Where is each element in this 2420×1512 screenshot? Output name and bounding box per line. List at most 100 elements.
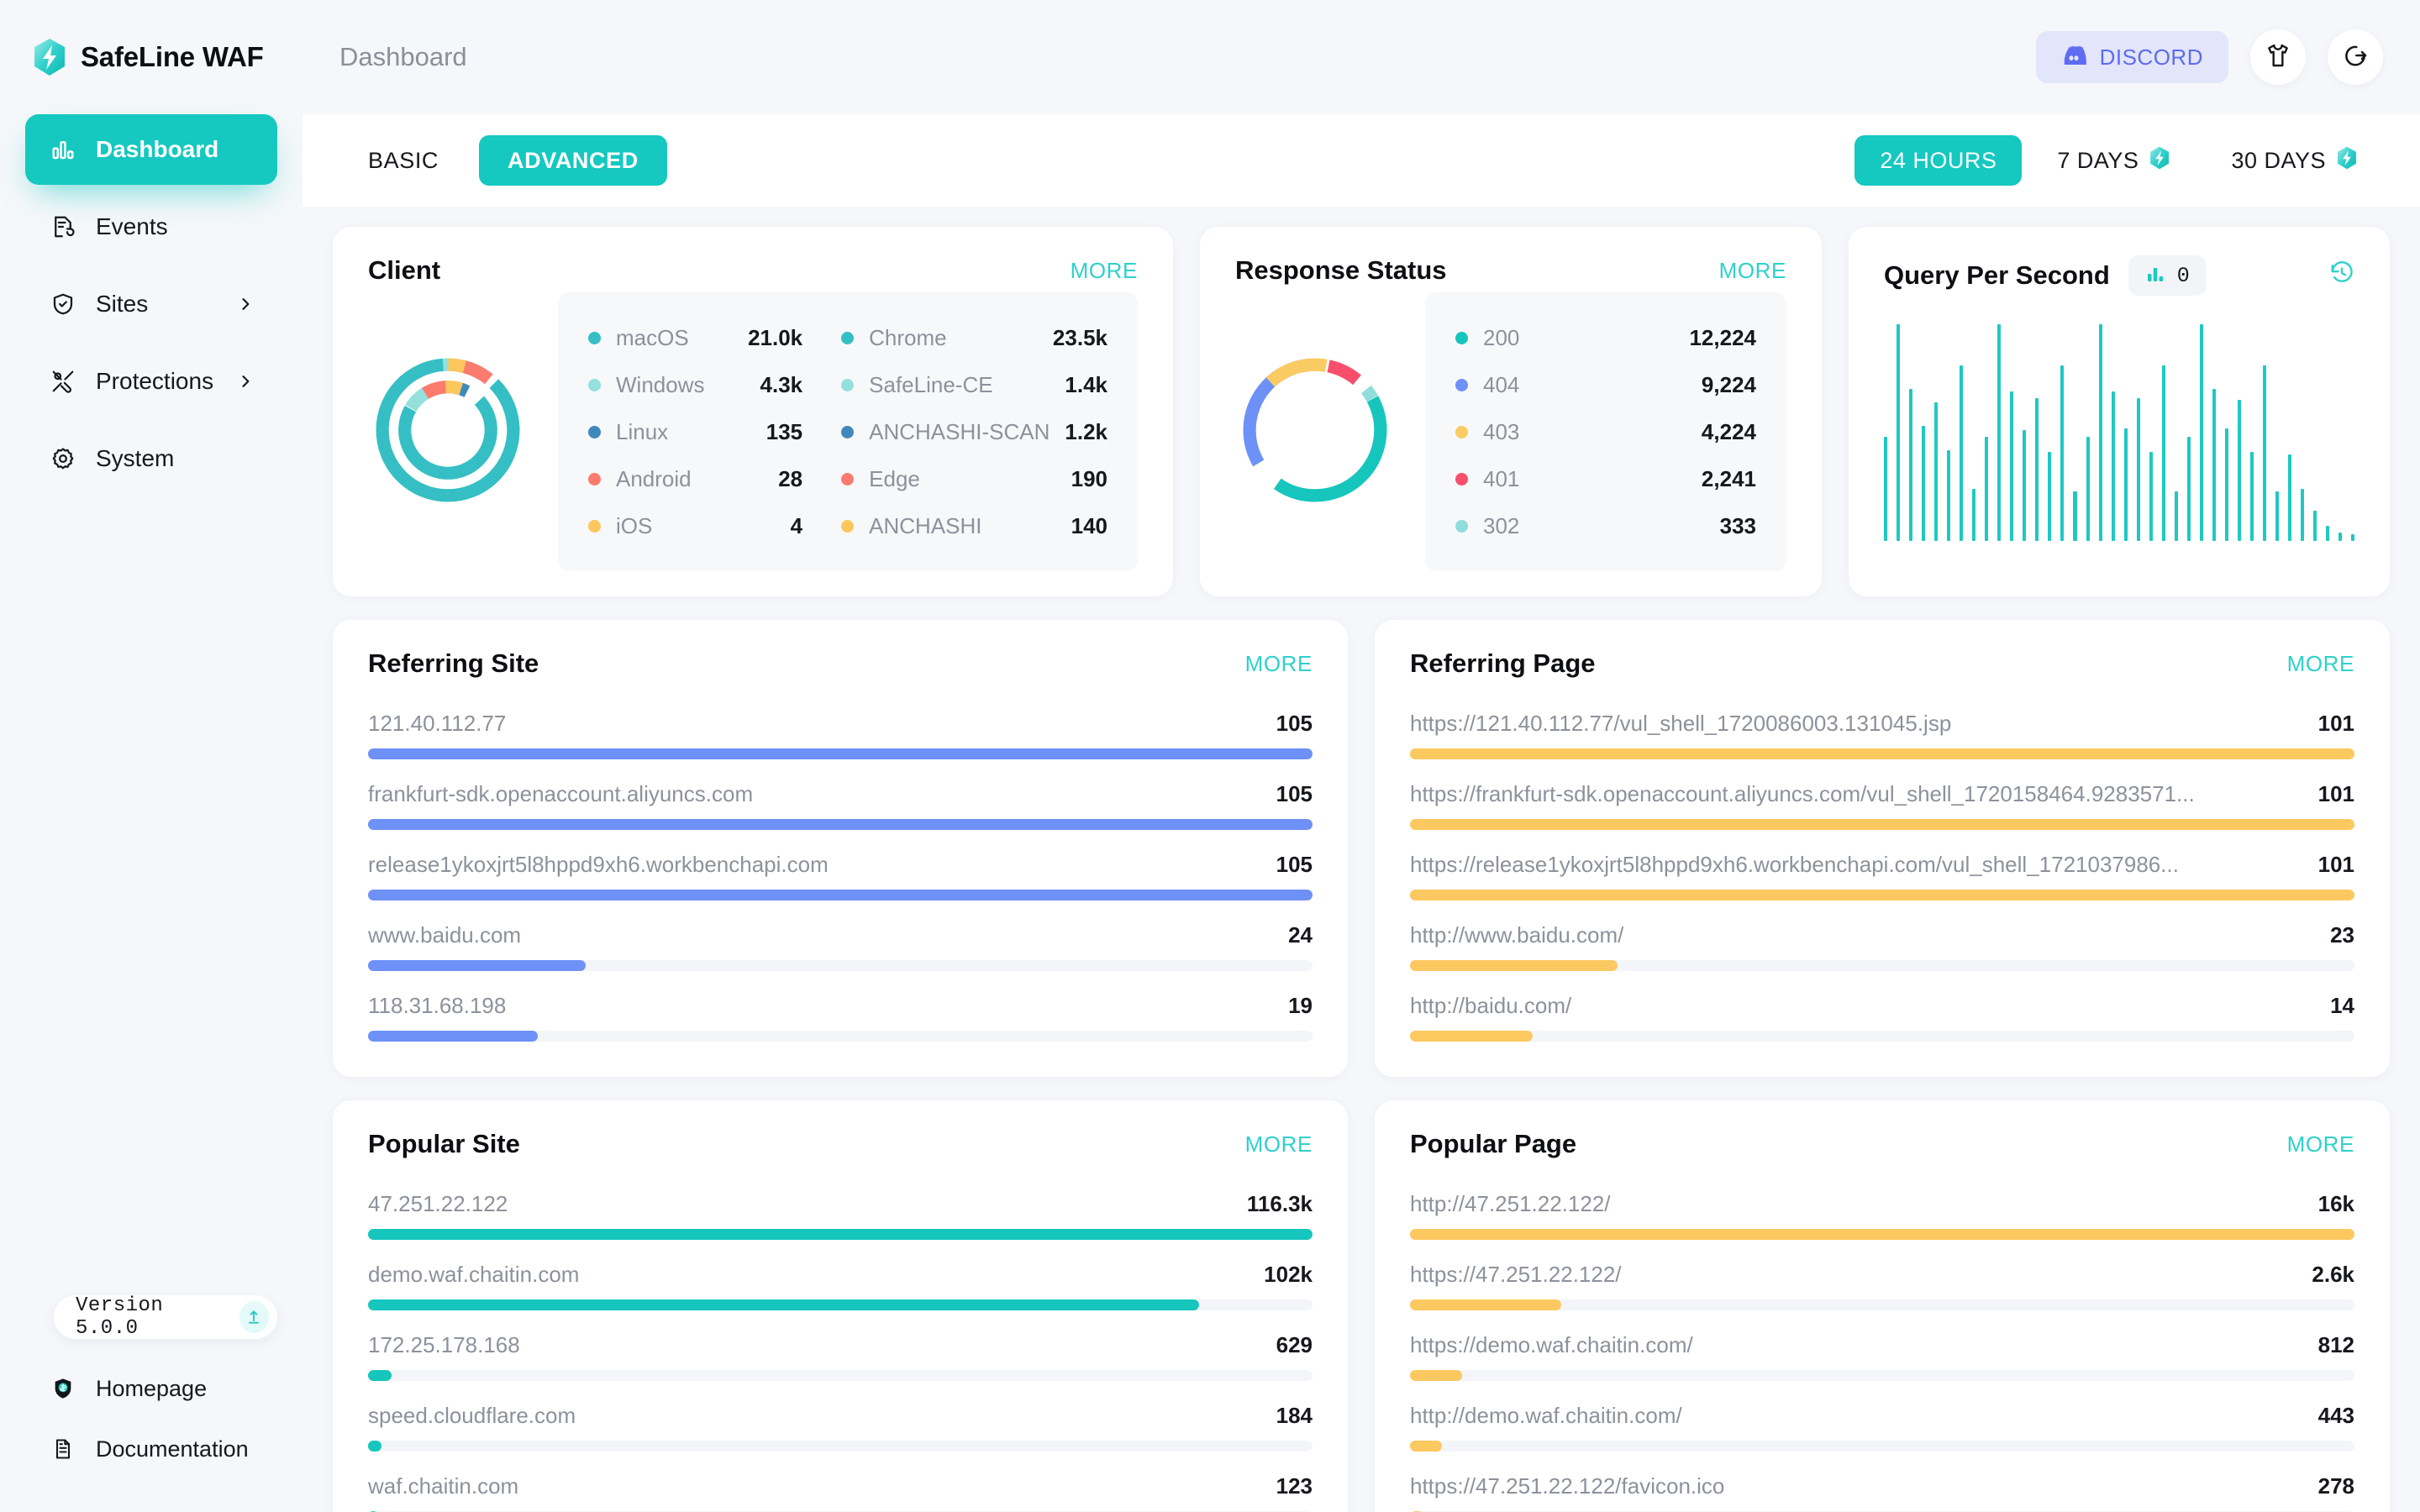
- range-30-days[interactable]: 30 DAYS: [2206, 135, 2383, 186]
- brand-name: SafeLine WAF: [81, 41, 264, 73]
- bar-item-value: 123: [1276, 1473, 1313, 1499]
- card-title: Response Status: [1235, 255, 1447, 286]
- footer-link-homepage[interactable]: Homepage: [25, 1362, 277, 1415]
- legend-name: SafeLine-CE: [869, 372, 992, 398]
- range-7-days[interactable]: 7 DAYS: [2032, 135, 2196, 186]
- bar-item-labels: https://47.251.22.122/favicon.ico278: [1410, 1473, 2354, 1499]
- bar-list-item[interactable]: frankfurt-sdk.openaccount.aliyuncs.com10…: [368, 769, 1313, 840]
- bar-list-item[interactable]: http://www.baidu.com/23: [1410, 911, 2354, 981]
- bar-list-item[interactable]: http://baidu.com/14: [1410, 981, 2354, 1052]
- bar-list-item[interactable]: https://demo.waf.chaitin.com/812: [1410, 1320, 2354, 1391]
- bar-list-item[interactable]: www.baidu.com 24: [368, 911, 1313, 981]
- sidebar-item-events[interactable]: Events: [25, 192, 277, 262]
- qps-bar-chart: [1884, 324, 2354, 541]
- popular-page-list: http://47.251.22.122/16khttps://47.251.2…: [1410, 1179, 2354, 1512]
- tshirt-button[interactable]: [2250, 29, 2306, 85]
- card-referring-site-more-link[interactable]: MORE: [1245, 651, 1313, 677]
- card-response-status-header: Response Status MORE: [1235, 255, 1786, 286]
- client-legend: macOS 21.0k Chrome 23.5k: [558, 292, 1138, 571]
- range-24-hours-label: 24 HOURS: [1880, 148, 1996, 174]
- bar-item-name: www.baidu.com: [368, 922, 521, 948]
- version-pill[interactable]: Version 5.0.0: [54, 1295, 277, 1339]
- bar-list-item[interactable]: speed.cloudflare.com184: [368, 1391, 1313, 1462]
- legend-dot-icon: [588, 426, 601, 438]
- sidebar-item-sites[interactable]: Sites: [25, 269, 277, 339]
- sidebar-item-dashboard[interactable]: Dashboard: [25, 114, 277, 185]
- legend-name: Linux: [616, 419, 668, 445]
- bar-list-item[interactable]: http://47.251.22.122/16k: [1410, 1179, 2354, 1250]
- logout-icon: [2342, 42, 2369, 73]
- range-24-hours[interactable]: 24 HOURS: [1854, 135, 2022, 186]
- legend-item: iOS 4: [588, 502, 802, 549]
- tab-advanced[interactable]: ADVANCED: [479, 135, 667, 186]
- bar-list-item[interactable]: demo.waf.chaitin.com102k: [368, 1250, 1313, 1320]
- qps-bar: [1997, 324, 2001, 541]
- card-response-status-more-link[interactable]: MORE: [1719, 258, 1786, 284]
- gear-icon: [49, 444, 77, 473]
- bar-list-item[interactable]: https://release1ykoxjrt5l8hppd9xh6.workb…: [1410, 840, 2354, 911]
- tab-advanced-label: ADVANCED: [508, 148, 639, 174]
- discord-button[interactable]: DISCORD: [2036, 31, 2228, 83]
- main-area: Dashboard DISCORD: [302, 0, 2420, 1512]
- bar-list-item[interactable]: https://121.40.112.77/vul_shell_17200860…: [1410, 699, 2354, 769]
- card-title: Referring Page: [1410, 648, 1596, 679]
- bar-fill: [1410, 1299, 1561, 1310]
- bar-item-name: 47.251.22.122: [368, 1191, 508, 1217]
- bar-item-labels: https://frankfurt-sdk.openaccount.aliyun…: [1410, 781, 2354, 807]
- legend-name: macOS: [616, 325, 689, 351]
- bar-item-name: https://121.40.112.77/vul_shell_17200860…: [1410, 711, 1951, 737]
- bar-item-name: https://demo.waf.chaitin.com/: [1410, 1332, 1693, 1358]
- qps-bar: [2326, 526, 2329, 541]
- legend-name: Windows: [616, 372, 704, 398]
- bar-list-item[interactable]: https://frankfurt-sdk.openaccount.aliyun…: [1410, 769, 2354, 840]
- bar-fill: [1410, 1370, 1462, 1381]
- board-row-2: Referring Site MORE 121.40.112.77105fran…: [333, 620, 2390, 1077]
- card-client-body: macOS 21.0k Chrome 23.5k: [368, 292, 1138, 571]
- bar-list-item[interactable]: https://47.251.22.122/2.6k: [1410, 1250, 2354, 1320]
- bar-chart-icon: [49, 135, 77, 164]
- card-referring-page-more-link[interactable]: MORE: [2287, 651, 2354, 677]
- bar-list-item[interactable]: 172.25.178.168629: [368, 1320, 1313, 1391]
- qps-bar: [2073, 491, 2076, 541]
- board-row-3: Popular Site MORE 47.251.22.122116.3kdem…: [333, 1100, 2390, 1512]
- qps-bar: [2149, 452, 2153, 541]
- qps-bar: [2200, 324, 2203, 541]
- bar-track: [1410, 1229, 2354, 1240]
- bar-item-name: https://frankfurt-sdk.openaccount.aliyun…: [1410, 781, 2195, 807]
- legend-dot-icon: [1455, 332, 1468, 344]
- card-popular-site-more-link[interactable]: MORE: [1245, 1131, 1313, 1158]
- legend-value: 140: [1071, 513, 1107, 539]
- bar-list-item[interactable]: https://47.251.22.122/favicon.ico278: [1410, 1462, 2354, 1512]
- qps-history-button[interactable]: [2329, 260, 2354, 291]
- sidebar-item-protections[interactable]: Protections: [25, 346, 277, 417]
- qps-bar: [1934, 402, 1938, 541]
- bar-list-item[interactable]: 121.40.112.77105: [368, 699, 1313, 769]
- tab-basic-label: BASIC: [368, 148, 439, 174]
- bar-track: [1410, 1441, 2354, 1452]
- bar-item-name: 121.40.112.77: [368, 711, 506, 737]
- bar-list-item[interactable]: http://demo.waf.chaitin.com/443: [1410, 1391, 2354, 1462]
- logout-button[interactable]: [2328, 29, 2383, 85]
- bar-item-value: 24: [1288, 922, 1313, 948]
- tab-basic[interactable]: BASIC: [339, 135, 467, 186]
- bar-item-labels: http://demo.waf.chaitin.com/443: [1410, 1403, 2354, 1429]
- legend-dot-icon: [588, 332, 601, 344]
- bar-list-item[interactable]: 118.31.68.19819: [368, 981, 1313, 1052]
- card-client-more-link[interactable]: MORE: [1071, 258, 1138, 284]
- popular-site-list: 47.251.22.122116.3kdemo.waf.chaitin.com1…: [368, 1179, 1313, 1512]
- footer-link-documentation[interactable]: Documentation: [25, 1423, 277, 1475]
- bar-item-labels: speed.cloudflare.com184: [368, 1403, 1313, 1429]
- sidebar-item-label: Sites: [96, 291, 148, 318]
- legend-dot-icon: [1455, 379, 1468, 391]
- bar-list-item[interactable]: 47.251.22.122116.3k: [368, 1179, 1313, 1250]
- bar-list-item[interactable]: release1ykoxjrt5l8hppd9xh6.workbenchapi.…: [368, 840, 1313, 911]
- qps-bar: [1884, 437, 1887, 541]
- bar-item-name: https://47.251.22.122/favicon.ico: [1410, 1473, 1724, 1499]
- sidebar-item-system[interactable]: System: [25, 423, 277, 494]
- tools-icon: [49, 367, 77, 396]
- card-popular-page-more-link[interactable]: MORE: [2287, 1131, 2354, 1158]
- upgrade-icon[interactable]: [239, 1301, 269, 1333]
- legend-dot-icon: [1455, 520, 1468, 533]
- legend-name: ANCHASHI-SCAN: [869, 419, 1050, 445]
- bar-list-item[interactable]: waf.chaitin.com123: [368, 1462, 1313, 1512]
